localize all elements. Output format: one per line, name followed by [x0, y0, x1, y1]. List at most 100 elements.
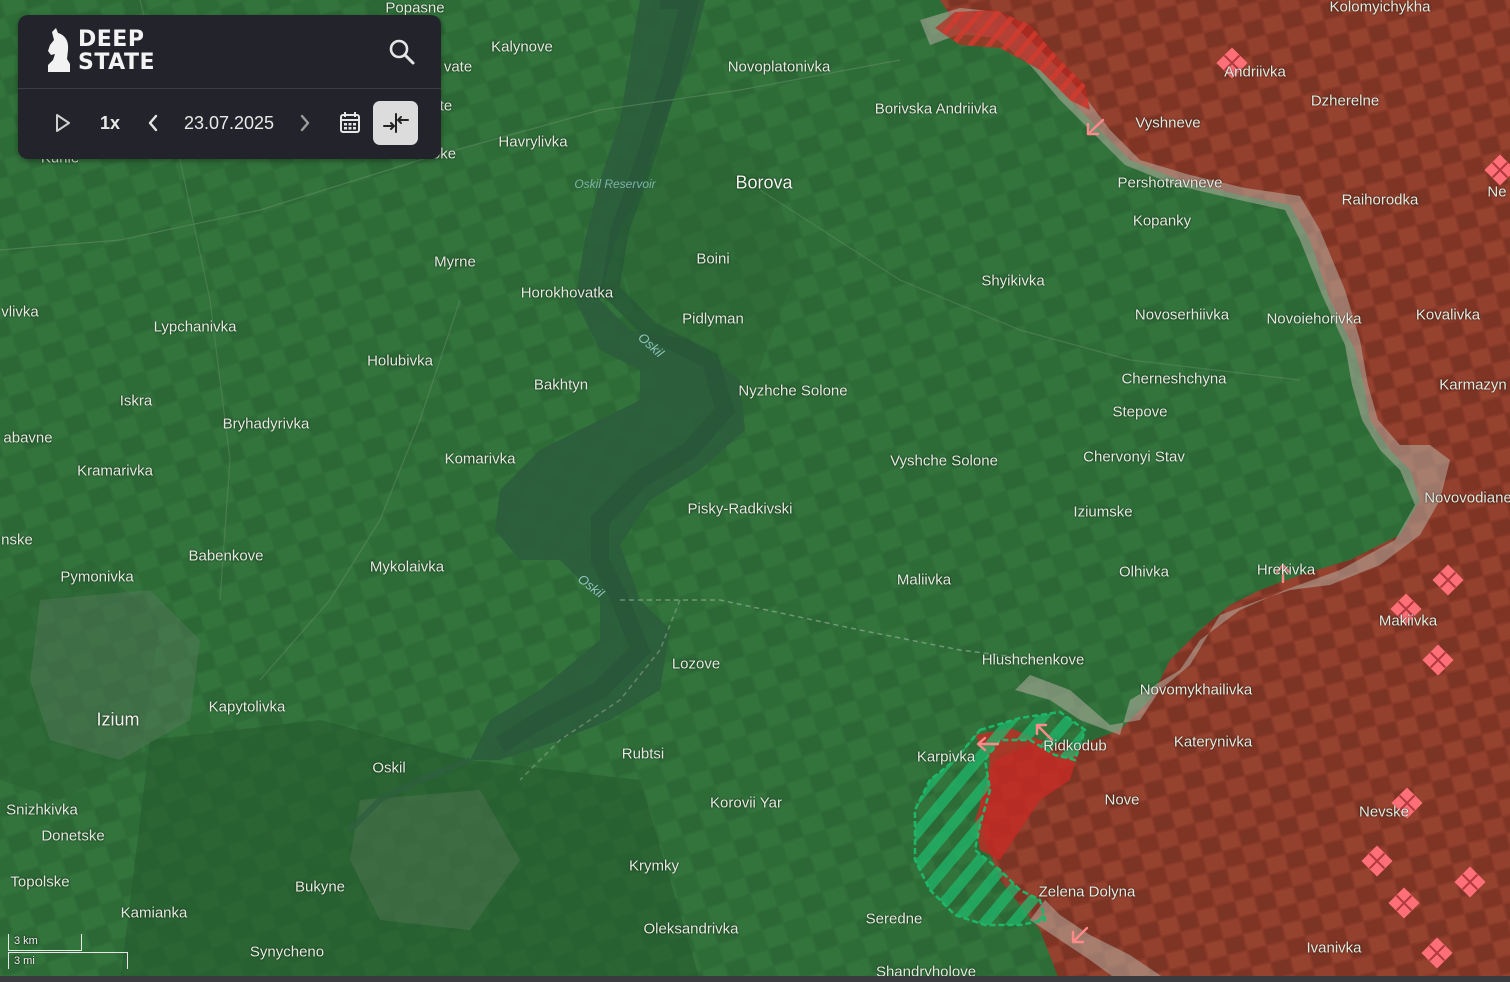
place-label: Chervonyi Stav	[1083, 448, 1185, 466]
place-label: vate	[443, 58, 473, 76]
place-label: Havrylivka	[498, 133, 568, 151]
place-label: Topolske	[10, 873, 70, 891]
bottom-bar	[0, 976, 1510, 982]
scale-mi: 3 mi	[8, 952, 128, 969]
place-label: Korovii Yar	[710, 794, 782, 812]
place-label: Kramarivka	[77, 462, 153, 480]
chevron-left-icon	[148, 114, 158, 132]
reservoir-label: Oskil Reservoir	[574, 177, 656, 191]
scale-bar: 3 km 3 mi	[4, 934, 128, 974]
place-label: Nyzhche Solone	[738, 382, 848, 400]
scale-mi-label: 3 mi	[14, 955, 35, 967]
previous-date-button[interactable]	[138, 103, 168, 143]
place-label: Katerynivka	[1173, 733, 1253, 751]
place-label: Kamianka	[120, 904, 188, 922]
play-icon	[56, 114, 70, 132]
place-label: nske	[1, 531, 33, 549]
place-label: Hlushchenkove	[981, 651, 1085, 669]
logo-line2: STATE	[78, 50, 155, 75]
place-label: Ivanivka	[1306, 939, 1362, 957]
place-label: Andriivka	[1224, 63, 1286, 81]
place-label: Olhivka	[1118, 563, 1170, 581]
logo-line1: DEEP	[78, 27, 145, 52]
place-label: Izium	[96, 709, 140, 730]
place-label: Novoiehorivka	[1266, 310, 1362, 328]
place-label: Zelena Dolyna	[1038, 883, 1136, 901]
place-label: Bryhadyrivka	[222, 415, 310, 433]
search-icon	[389, 39, 415, 65]
place-label: Oleksandrivka	[643, 920, 739, 938]
place-label: Vyshche Solone	[890, 452, 998, 470]
place-label: Nevske	[1358, 803, 1410, 821]
place-label: te	[439, 97, 453, 115]
place-label: Nove	[1104, 791, 1140, 809]
place-label: Pymonivka	[60, 568, 134, 586]
playback-speed-button[interactable]: 1x	[90, 103, 130, 143]
place-label: Horokhovatka	[520, 284, 614, 302]
place-label: Karmazyn	[1439, 376, 1507, 394]
compare-dates-button[interactable]	[373, 101, 418, 145]
place-label: Pershotravneve	[1117, 174, 1223, 192]
place-label: Mykolaivka	[369, 558, 445, 576]
place-label: Rubtsi	[621, 745, 665, 763]
place-label: Karpivka	[916, 748, 976, 766]
place-label: Kolomyichykha	[1329, 0, 1431, 16]
search-button[interactable]	[387, 37, 417, 67]
place-label: Novovodiane	[1424, 489, 1510, 507]
place-label: Donetske	[41, 827, 105, 845]
current-date[interactable]: 23.07.2025	[174, 103, 284, 143]
place-label: Ridkodub	[1043, 737, 1107, 755]
place-label: Novoplatonivka	[727, 58, 831, 76]
place-label: Maliivka	[896, 571, 952, 589]
place-label: Kapytolivka	[208, 698, 286, 716]
place-label: Komarivka	[444, 450, 516, 468]
place-label: Borova	[735, 172, 793, 193]
place-label: Boini	[696, 250, 730, 268]
place-label: Pidlyman	[682, 310, 744, 328]
place-label: Lozove	[671, 655, 721, 673]
compare-arrows-icon	[382, 113, 409, 133]
control-panel: DEEP STATE 1x 23.07.2025	[18, 15, 441, 159]
place-label: Novomykhailivka	[1139, 681, 1253, 699]
calendar-button[interactable]	[334, 103, 366, 143]
place-label: Vyshneve	[1135, 114, 1201, 132]
scale-km-label: 3 km	[14, 935, 38, 947]
place-label: Pisky-Radkivski	[687, 500, 793, 518]
place-label: Babenkove	[188, 547, 264, 565]
logo-wordmark: DEEP STATE	[78, 28, 155, 74]
place-label: Lypchanivka	[153, 318, 237, 336]
place-label: Myrne	[434, 253, 476, 271]
place-label: vlivka	[1, 303, 39, 321]
place-label: Kopanky	[1132, 212, 1192, 230]
place-label: Stepove	[1112, 403, 1168, 421]
place-label: Oskil	[372, 759, 406, 777]
place-label: Shyikivka	[981, 272, 1045, 290]
next-date-button[interactable]	[290, 103, 320, 143]
place-label: Cherneshchyna	[1121, 370, 1227, 388]
place-label: Iziumske	[1073, 503, 1133, 521]
calendar-icon	[340, 112, 360, 133]
place-label: Snizhkivka	[6, 801, 78, 819]
place-label: Holubivka	[367, 352, 433, 370]
place-label: Borivska Andriivka	[874, 100, 998, 118]
scale-km: 3 km	[8, 934, 82, 951]
place-label: Raihorodka	[1341, 191, 1419, 209]
place-label: Synycheno	[249, 943, 325, 961]
place-label: Novoserhiivka	[1134, 306, 1230, 324]
place-label: Dzherelne	[1310, 92, 1380, 110]
deepstate-logo[interactable]: DEEP STATE	[46, 27, 155, 75]
place-label: Makiivka	[1378, 612, 1438, 630]
place-label: Krymky	[629, 857, 679, 875]
chevron-right-icon	[300, 114, 310, 132]
place-label: Kalynove	[491, 38, 553, 56]
place-label: Iskra	[119, 392, 153, 410]
place-label: abavne	[3, 429, 53, 447]
place-label: Seredne	[865, 910, 923, 928]
place-label: Bukyne	[294, 878, 346, 896]
knight-logo-icon	[48, 28, 70, 72]
play-button[interactable]	[48, 103, 78, 143]
place-label: Ne	[1487, 183, 1507, 201]
panel-divider	[18, 88, 441, 89]
place-label: Hrekivka	[1256, 561, 1316, 579]
place-label: Kovalivka	[1415, 306, 1481, 324]
